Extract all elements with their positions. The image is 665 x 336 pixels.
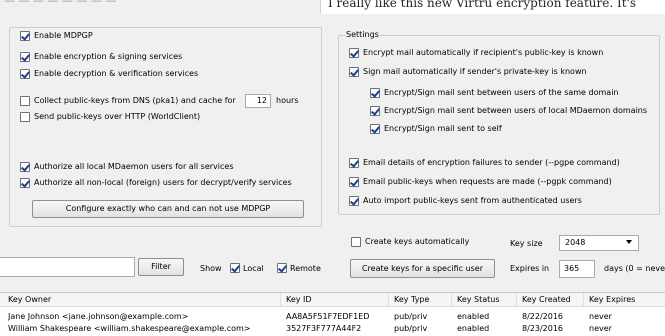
sent-to-self-checkbox[interactable] <box>370 124 380 134</box>
settings-group-title: Settings <box>345 30 380 39</box>
configure-access-button[interactable]: Configure exactly who can and can not us… <box>32 200 304 218</box>
enable-encryption-label: Enable encryption & signing services <box>34 52 183 61</box>
cell-key-type: pub/priv <box>394 324 428 333</box>
filter-button[interactable]: Filter <box>138 258 184 276</box>
sent-to-self-label: Encrypt/Sign mail sent to self <box>384 124 502 133</box>
clipped-title-decoration: — — — — — — — — <box>4 0 117 7</box>
filter-search-input[interactable] <box>0 257 135 277</box>
cell-key-created: 8/22/2016 <box>522 312 564 321</box>
authorize-local-checkbox[interactable] <box>20 162 30 172</box>
create-keys-auto-label: Create keys automatically <box>365 237 470 246</box>
keys-table: Key Owner Key ID Key Type Key Status Key… <box>0 292 665 336</box>
create-keys-auto-checkbox[interactable] <box>351 237 361 247</box>
expires-days-input[interactable]: 365 <box>559 260 595 278</box>
same-domain-label: Encrypt/Sign mail sent between users of … <box>384 88 619 97</box>
send-keys-http-label: Send public-keys over HTTP (WorldClient) <box>34 112 201 121</box>
col-header-key-id[interactable]: Key ID <box>286 295 312 304</box>
table-row[interactable]: Jane Johnson <jane.johnson@example.com> … <box>0 312 665 323</box>
note-text: I really like this new Virtru encryption… <box>328 0 636 10</box>
email-failures-label: Email details of encryption failures to … <box>363 158 620 167</box>
sign-auto-label: Sign mail automatically if sender's priv… <box>363 67 587 76</box>
auto-import-label: Auto import public-keys sent from authen… <box>363 196 582 205</box>
col-header-key-owner[interactable]: Key Owner <box>8 295 51 304</box>
local-domains-label: Encrypt/Sign mail sent between users of … <box>384 106 648 115</box>
cell-key-expires: never <box>589 324 612 333</box>
cell-key-owner: Jane Johnson <jane.johnson@example.com> <box>8 312 189 321</box>
show-local-checkbox[interactable] <box>230 263 240 273</box>
cell-key-id: 3527F3F777A44F2 <box>286 324 362 333</box>
cell-key-id: AA8A5F51F7EDF1ED <box>286 312 370 321</box>
same-domain-checkbox[interactable] <box>370 88 380 98</box>
cell-key-status: enabled <box>457 312 490 321</box>
enable-decryption-checkbox[interactable] <box>20 69 30 79</box>
send-keys-http-checkbox[interactable] <box>20 112 30 122</box>
key-size-select[interactable]: 2048 <box>559 235 639 251</box>
dialog-top-edge: — — — — — — — — <box>0 0 320 14</box>
create-keys-specific-user-button[interactable]: Create keys for a specific user <box>350 259 495 278</box>
authorize-local-label: Authorize all local MDaemon users for al… <box>34 162 234 171</box>
col-header-key-created[interactable]: Key Created <box>522 295 571 304</box>
expires-hint-label: days (0 = neve <box>604 264 665 273</box>
encrypt-auto-checkbox[interactable] <box>349 48 359 58</box>
key-size-value: 2048 <box>565 238 586 247</box>
background-note-window: I really like this new Virtru encryption… <box>320 0 665 14</box>
column-divider[interactable] <box>583 293 584 307</box>
hours-label: hours <box>276 96 299 105</box>
key-size-label: Key size <box>510 239 543 248</box>
show-remote-label: Remote <box>290 264 321 273</box>
col-header-key-expires[interactable]: Key Expires <box>589 295 635 304</box>
encrypt-auto-label: Encrypt mail automatically if recipient'… <box>363 48 604 57</box>
show-remote-checkbox[interactable] <box>277 263 287 273</box>
column-divider[interactable] <box>280 293 281 307</box>
column-divider[interactable] <box>388 293 389 307</box>
chevron-down-icon <box>626 240 632 244</box>
auto-import-checkbox[interactable] <box>349 196 359 206</box>
expires-label: Expires in <box>510 264 550 273</box>
email-failures-checkbox[interactable] <box>349 158 359 168</box>
cell-key-status: enabled <box>457 324 490 333</box>
table-header-row: Key Owner Key ID Key Type Key Status Key… <box>0 293 665 307</box>
cell-key-type: pub/priv <box>394 312 428 321</box>
cell-key-created: 8/23/2016 <box>522 324 564 333</box>
email-pubkeys-label: Email public-keys when requests are made… <box>363 177 612 186</box>
sign-auto-checkbox[interactable] <box>349 67 359 77</box>
col-header-key-type[interactable]: Key Type <box>394 295 429 304</box>
enable-encryption-checkbox[interactable] <box>20 52 30 62</box>
authorize-nonlocal-checkbox[interactable] <box>20 178 30 188</box>
column-divider[interactable] <box>451 293 452 307</box>
enable-mdpgp-label: Enable MDPGP <box>34 31 93 40</box>
enable-mdpgp-checkbox[interactable] <box>20 31 30 41</box>
cache-hours-input[interactable]: 12 <box>245 94 271 108</box>
table-row[interactable]: William Shakespeare <william.shakespeare… <box>0 324 665 335</box>
enable-decryption-label: Enable decryption & verification service… <box>34 69 199 78</box>
collect-keys-checkbox[interactable] <box>20 96 30 106</box>
cell-key-owner: William Shakespeare <william.shakespeare… <box>8 324 251 333</box>
local-domains-checkbox[interactable] <box>370 106 380 116</box>
col-header-key-status[interactable]: Key Status <box>457 295 500 304</box>
show-label: Show <box>200 264 222 273</box>
column-divider[interactable] <box>516 293 517 307</box>
collect-keys-label: Collect public-keys from DNS (pka1) and … <box>34 96 236 105</box>
cell-key-expires: never <box>589 312 612 321</box>
email-pubkeys-checkbox[interactable] <box>349 177 359 187</box>
show-local-label: Local <box>243 264 264 273</box>
authorize-nonlocal-label: Authorize all non-local (foreign) users … <box>34 178 292 187</box>
